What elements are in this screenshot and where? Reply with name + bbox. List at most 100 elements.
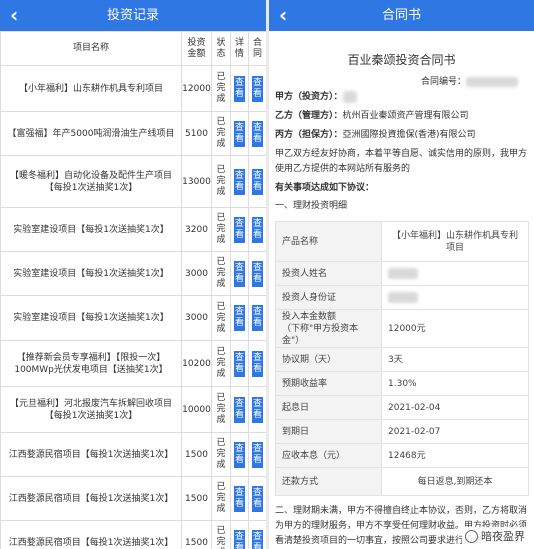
detail-cell: 查看 [230, 520, 249, 549]
project-name: 【暖冬福利】自动化设备及配件生产项目【每投1次送抽奖1次】 [0, 155, 182, 208]
detail-key: 应收本息（元） [275, 443, 382, 468]
contract-cell: 查看 [248, 432, 266, 477]
amount: 1500 [181, 476, 212, 521]
detail-key: 产品名称 [275, 221, 382, 262]
contract-cell: 查看 [248, 520, 266, 549]
contract-cell: 查看 [248, 295, 266, 341]
view-detail-button[interactable]: 查看 [234, 168, 245, 195]
detail-row: 应收本息（元） 12468元 [275, 443, 529, 468]
amount: 10200 [181, 340, 212, 387]
amount: 13000 [181, 155, 212, 208]
view-contract-button[interactable]: 查看 [252, 485, 263, 512]
contract-number: 合同编号： [275, 76, 528, 88]
contract-cell: 查看 [248, 207, 266, 252]
view-detail-button[interactable]: 查看 [234, 75, 245, 102]
view-contract-button[interactable]: 查看 [252, 216, 263, 243]
detail-row: 投入本金数额 （下称"甲方投资本金"） 12000元 [275, 309, 529, 348]
watermark: 暗夜盈界 [462, 527, 528, 545]
detail-value: 1.30% [381, 371, 529, 396]
wechat-icon [465, 529, 478, 543]
col-detail: 详情 [230, 31, 249, 66]
project-name: 实验室建设项目【每投1次送抽奖1次】 [0, 251, 182, 296]
detail-cell: 查看 [230, 251, 249, 296]
status: 已完成 [211, 207, 231, 252]
amount: 3000 [181, 251, 212, 296]
view-detail-button[interactable]: 查看 [234, 260, 245, 287]
detail-row: 到期日 2021-02-07 [275, 419, 529, 444]
project-name: 【元旦福利】河北报废汽车拆解回收项目【每投1次送抽奖1次】 [0, 386, 182, 433]
contract-cell: 查看 [248, 386, 266, 433]
contract-cell: 查看 [248, 111, 266, 156]
view-contract-button[interactable]: 查看 [252, 168, 263, 195]
table-row: 【推荐新会员专享福利】【限投一次】100MWp光伏发电项目【送抽奖1次】 1020… [0, 340, 266, 387]
view-detail-button[interactable]: 查看 [234, 216, 245, 243]
table-row: 实验室建设项目【每投1次送抽奖1次】 3200 已完成查看查看 [0, 207, 266, 252]
view-contract-button[interactable]: 查看 [252, 441, 263, 468]
detail-value: 12000元 [381, 309, 529, 348]
view-detail-button[interactable]: 查看 [234, 396, 245, 423]
contract-title: 合同书 [381, 8, 421, 23]
contract-panel: ‹ 合同书 百业秦颂投资合同书 合同编号： 甲方（投资方）： 乙方（管理方）：杭… [266, 0, 534, 549]
party-c: 丙方（担保方）：亞洲國際投資擔保(香港)有限公司 [275, 130, 476, 140]
table-row: 江西婺源民宿项目【每投1次送抽奖1次】1500已完成查看查看 [0, 432, 266, 477]
detail-cell: 查看 [230, 155, 249, 208]
view-detail-button[interactable]: 查看 [234, 441, 245, 468]
amount: 10000 [181, 386, 212, 433]
investment-records-panel: ‹ 投资记录 项目名称 投资 金额 状态 详情 合同 【小年福利】山东耕作机具专利… [0, 0, 266, 549]
amount: 3000 [181, 295, 212, 341]
back-arrow-icon[interactable]: ‹ [279, 2, 287, 28]
amount: 1500 [181, 520, 212, 549]
detail-value: 每日返息,到期还本 [381, 467, 529, 496]
detail-row: 还款方式 每日返息,到期还本 [275, 467, 529, 496]
records-title: 投资记录 [106, 8, 159, 23]
status: 已完成 [211, 155, 231, 208]
view-contract-button[interactable]: 查看 [252, 260, 263, 287]
party-b: 乙方（管理方）：杭州百业秦颂资产管理有限公司 [275, 111, 469, 121]
view-contract-button[interactable]: 查看 [252, 305, 263, 331]
status: 已完成 [211, 432, 231, 477]
detail-key: 投入本金数额 （下称"甲方投资本金"） [275, 309, 382, 348]
detail-key: 还款方式 [275, 467, 382, 496]
status: 已完成 [211, 340, 231, 387]
document-title: 百业秦颂投资合同书 [347, 53, 456, 67]
view-contract-button[interactable]: 查看 [252, 350, 263, 377]
detail-value: 12468元 [381, 443, 529, 468]
view-contract-button[interactable]: 查看 [252, 529, 263, 549]
detail-row: 产品名称 【小年福利】山东耕作机具专利项目 [275, 221, 529, 262]
view-detail-button[interactable]: 查看 [234, 350, 245, 377]
detail-cell: 查看 [230, 476, 249, 521]
detail-value: 2021-02-07 [381, 419, 529, 444]
investment-detail-table: 产品名称 【小年福利】山东耕作机具专利项目 投资人姓名 投资人身份证 投入本金数额 （下… [275, 221, 529, 496]
contract-cell: 查看 [248, 251, 266, 296]
contract-cell: 查看 [248, 340, 266, 387]
view-detail-button[interactable]: 查看 [234, 305, 245, 331]
table-row: 【小年福利】山东耕作机具专利项目 12000 已完成查看查看 [0, 65, 266, 112]
view-detail-button[interactable]: 查看 [234, 529, 245, 549]
project-name: 江西婺源民宿项目【每投1次送抽奖1次】 [0, 432, 182, 477]
table-row: 【富强福】年产5000吨润滑油生产线项目 5100 已完成查看查看 [0, 111, 266, 156]
back-arrow-icon[interactable]: ‹ [10, 2, 18, 28]
table-row: 【暖冬福利】自动化设备及配件生产项目【每投1次送抽奖1次】 13000 已完成查看查… [0, 155, 266, 208]
party-a: 甲方（投资方）： [275, 88, 528, 107]
redacted-value [388, 267, 418, 279]
redacted-contract-number [466, 76, 518, 87]
agreement-heading: 有关事项达成如下协议： [275, 183, 375, 193]
detail-value [381, 285, 529, 310]
project-name: 江西婺源民宿项目【每投1次送抽奖1次】 [0, 520, 182, 549]
status: 已完成 [211, 386, 231, 433]
amount: 12000 [181, 65, 212, 112]
view-detail-button[interactable]: 查看 [234, 485, 245, 512]
records-table: 项目名称 投资 金额 状态 详情 合同 【小年福利】山东耕作机具专利项目 12000… [0, 31, 266, 549]
view-contract-button[interactable]: 查看 [252, 396, 263, 423]
status: 已完成 [211, 520, 231, 549]
detail-cell: 查看 [230, 65, 249, 112]
view-contract-button[interactable]: 查看 [252, 75, 263, 102]
contract-cell: 查看 [248, 155, 266, 208]
project-name: 【推荐新会员专享福利】【限投一次】100MWp光伏发电项目【送抽奖1次】 [0, 340, 182, 387]
redacted-value [388, 291, 418, 303]
col-name: 项目名称 [0, 31, 182, 66]
view-contract-button[interactable]: 查看 [252, 120, 263, 147]
detail-cell: 查看 [230, 111, 249, 156]
view-detail-button[interactable]: 查看 [234, 120, 245, 147]
contract-header: ‹ 合同书 [269, 0, 534, 31]
